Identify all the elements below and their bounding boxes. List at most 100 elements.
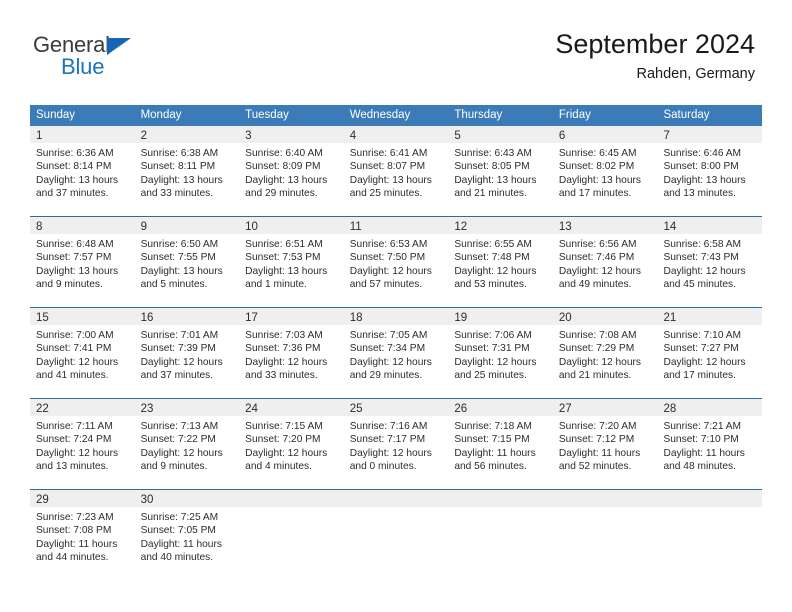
daylight-line-continued: and 21 minutes. [454,188,527,200]
day-number: 9 [140,221,147,233]
sunrise-line: Sunrise: 6:38 AM [140,148,219,159]
calendar-day-cell[interactable]: 9 Sunrise: 6:50 AM Sunset: 7:55 PM Daylight… [134,217,240,307]
daylight-line: Daylight: 11 hours [140,538,222,550]
day-details: Sunrise: 6:45 AM Sunset: 8:02 PM Daylight:… [553,143,658,201]
calendar-week-row: 8 Sunrise: 6:48 AM Sunset: 7:57 PM Daylight… [30,216,763,307]
sunset-line: Sunset: 7:12 PM [558,434,635,446]
calendar-day-cell[interactable]: 11 Sunrise: 6:53 AM Sunset: 7:50 PM Dayligh… [343,217,449,307]
daylight-line-continued: and 13 minutes. [663,188,736,200]
day-number: 30 [140,494,154,506]
calendar-day-cell[interactable]: 18 Sunrise: 7:05 AM Sunset: 7:34 PM Dayligh… [343,308,449,398]
sunrise-line: Sunrise: 6:50 AM [140,239,219,250]
day-number-band [343,490,449,507]
day-details: Sunrise: 7:13 AM Sunset: 7:22 PM Daylight:… [135,416,240,474]
location-subtitle: Rahden, Germany [636,66,755,82]
sunset-line: Sunset: 7:08 PM [36,525,112,537]
calendar-day-cell[interactable]: 20 Sunrise: 7:08 AM Sunset: 7:29 PM Dayligh… [552,308,658,398]
calendar-day-cell[interactable]: 24 Sunrise: 7:15 AM Sunset: 7:20 PM Dayligh… [239,399,344,489]
day-number-band: 18 [343,308,449,325]
day-number: 24 [245,403,258,415]
calendar-day-cell[interactable]: 13 Sunrise: 6:56 AM Sunset: 7:46 PM Dayligh… [552,217,658,307]
calendar-day-cell[interactable]: 4 Sunrise: 6:41 AM Sunset: 8:07 PM Daylight… [343,126,449,216]
day-details: Sunrise: 6:53 AM Sunset: 7:50 PM Daylight:… [344,234,449,292]
sunrise-line: Sunrise: 7:13 AM [140,421,219,432]
title-block: September 2024 Rahden, Germany [555,28,755,83]
calendar-day-cell[interactable]: 14 Sunrise: 6:58 AM Sunset: 7:43 PM Dayligh… [657,217,763,307]
weekday-header-friday: Friday [558,109,591,121]
calendar-day-cell[interactable]: 5 Sunrise: 6:43 AM Sunset: 8:05 PM Daylight… [448,126,553,216]
day-number-band: 22 [30,399,135,416]
day-details [344,507,449,511]
general-blue-logo[interactable]: General Blue [33,33,253,81]
calendar-day-cell[interactable]: 28 Sunrise: 7:21 AM Sunset: 7:10 PM Dayligh… [657,399,763,489]
calendar-day-cell[interactable]: 23 Sunrise: 7:13 AM Sunset: 7:22 PM Dayligh… [134,399,240,489]
calendar-day-cell[interactable]: 12 Sunrise: 6:55 AM Sunset: 7:48 PM Dayligh… [448,217,553,307]
sunrise-line: Sunrise: 6:56 AM [558,239,637,250]
day-number: 2 [140,130,147,142]
daylight-line: Daylight: 13 hours [454,174,537,186]
day-number-band: 30 [134,490,240,507]
day-number-band: 6 [552,126,658,143]
calendar-day-cell[interactable]: 27 Sunrise: 7:20 AM Sunset: 7:12 PM Dayligh… [552,399,658,489]
day-details: Sunrise: 6:55 AM Sunset: 7:48 PM Daylight:… [448,234,553,292]
sunset-line: Sunset: 7:27 PM [663,343,739,355]
calendar-day-cell[interactable]: 29 Sunrise: 7:23 AM Sunset: 7:08 PM Dayligh… [30,490,135,580]
calendar-day-cell[interactable]: 1 Sunrise: 6:36 AM Sunset: 8:14 PM Daylight… [30,126,135,216]
day-details: Sunrise: 6:48 AM Sunset: 7:57 PM Daylight:… [30,234,135,292]
day-number-band: 16 [134,308,240,325]
calendar-day-cell[interactable]: 21 Sunrise: 7:10 AM Sunset: 7:27 PM Dayligh… [657,308,763,398]
calendar-day-cell[interactable]: 19 Sunrise: 7:06 AM Sunset: 7:31 PM Dayligh… [448,308,553,398]
calendar-day-cell[interactable]: 8 Sunrise: 6:48 AM Sunset: 7:57 PM Daylight… [30,217,135,307]
daylight-line: Daylight: 12 hours [663,356,746,368]
weekday-header-thursday: Thursday [454,109,503,121]
calendar-day-cell[interactable]: 17 Sunrise: 7:03 AM Sunset: 7:36 PM Dayligh… [239,308,344,398]
day-details: Sunrise: 6:46 AM Sunset: 8:00 PM Daylight:… [657,143,762,201]
day-details: Sunrise: 7:20 AM Sunset: 7:12 PM Daylight:… [553,416,658,474]
calendar-day-cell[interactable]: 22 Sunrise: 7:11 AM Sunset: 7:24 PM Dayligh… [30,399,135,489]
daylight-line-continued: and 33 minutes. [140,188,214,200]
calendar-day-cell[interactable]: 6 Sunrise: 6:45 AM Sunset: 8:02 PM Daylight… [552,126,658,216]
day-number-band: 5 [448,126,553,143]
sunset-line: Sunset: 7:46 PM [558,252,635,264]
calendar-day-cell[interactable]: 26 Sunrise: 7:18 AM Sunset: 7:15 PM Dayligh… [448,399,553,489]
day-number: 10 [245,221,258,233]
calendar-day-cell[interactable]: 7 Sunrise: 6:46 AM Sunset: 8:00 PM Daylight… [657,126,763,216]
day-number: 8 [36,221,43,233]
calendar-day-cell[interactable]: 2 Sunrise: 6:38 AM Sunset: 8:11 PM Daylight… [134,126,240,216]
day-number: 16 [140,312,154,324]
sunrise-line: Sunrise: 6:51 AM [245,239,323,250]
sunrise-line: Sunrise: 6:36 AM [36,148,114,159]
daylight-line: Daylight: 13 hours [558,174,642,186]
sunset-line: Sunset: 7:41 PM [36,343,112,355]
day-details: Sunrise: 6:41 AM Sunset: 8:07 PM Daylight:… [344,143,449,201]
daylight-line: Daylight: 13 hours [36,174,119,186]
sunrise-line: Sunrise: 6:58 AM [663,239,742,250]
day-number-band: 28 [657,399,763,416]
calendar-week-row: 15 Sunrise: 7:00 AM Sunset: 7:41 PM Dayligh… [30,307,763,398]
day-details: Sunrise: 6:36 AM Sunset: 8:14 PM Daylight:… [30,143,135,201]
daylight-line: Daylight: 12 hours [454,356,537,368]
sunset-line: Sunset: 8:09 PM [245,161,321,173]
weekday-header-monday: Monday [140,109,182,121]
sunrise-line: Sunrise: 7:18 AM [454,421,532,432]
calendar-empty-cell [552,490,658,580]
day-number-band: 25 [343,399,449,416]
sunrise-line: Sunrise: 7:20 AM [558,421,637,432]
calendar-day-cell[interactable]: 15 Sunrise: 7:00 AM Sunset: 7:41 PM Dayligh… [30,308,135,398]
daylight-line: Daylight: 11 hours [663,447,745,459]
day-number-band [239,490,344,507]
calendar-day-cell[interactable]: 10 Sunrise: 6:51 AM Sunset: 7:53 PM Dayligh… [239,217,344,307]
weekday-header-row: Sunday Monday Tuesday Wednesday Thursday… [30,105,762,126]
day-number: 11 [349,221,362,233]
day-number: 12 [454,221,468,233]
day-number: 29 [36,494,49,506]
day-details: Sunrise: 7:16 AM Sunset: 7:17 PM Daylight:… [344,416,449,474]
calendar-day-cell[interactable]: 25 Sunrise: 7:16 AM Sunset: 7:17 PM Dayligh… [343,399,449,489]
calendar-day-cell[interactable]: 3 Sunrise: 6:40 AM Sunset: 8:09 PM Daylight… [239,126,344,216]
calendar-day-cell[interactable]: 30 Sunrise: 7:25 AM Sunset: 7:05 PM Dayligh… [134,490,240,580]
daylight-line-continued: and 21 minutes. [558,370,632,382]
sunrise-line: Sunrise: 7:06 AM [454,330,532,341]
day-details [657,507,762,511]
sunrise-line: Sunrise: 7:16 AM [349,421,428,432]
calendar-day-cell[interactable]: 16 Sunrise: 7:01 AM Sunset: 7:39 PM Dayligh… [134,308,240,398]
